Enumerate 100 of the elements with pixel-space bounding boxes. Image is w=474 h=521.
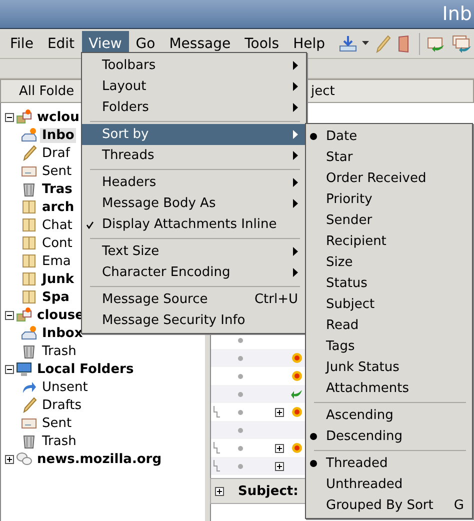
computer-icon xyxy=(16,361,32,377)
expand-icon[interactable] xyxy=(275,408,284,416)
new-message-icon xyxy=(291,442,303,454)
folder-icon xyxy=(21,217,37,233)
folder-label[interactable]: arch xyxy=(40,200,76,214)
speech-bubbles-icon xyxy=(16,451,32,467)
menu-item[interactable]: Attachments xyxy=(326,381,464,396)
read-dot-icon[interactable] xyxy=(238,446,242,450)
folder-label[interactable]: Chat xyxy=(40,218,74,232)
menu-item[interactable]: Display Attachments Inline xyxy=(102,217,298,232)
folder-label[interactable]: Cont xyxy=(40,236,74,250)
folder-icon xyxy=(21,289,37,305)
collapse-icon[interactable] xyxy=(5,310,14,320)
menu-item[interactable]: Tags xyxy=(326,339,464,354)
thread-line-icon xyxy=(213,460,221,472)
folder-label[interactable]: Draf xyxy=(40,146,72,160)
menu-item[interactable]: Read xyxy=(326,318,464,333)
expand-icon[interactable] xyxy=(275,444,284,452)
menu-item[interactable]: Size xyxy=(326,255,464,270)
new-message-icon xyxy=(291,406,303,418)
collapse-icon[interactable] xyxy=(5,364,14,374)
expand-icon[interactable] xyxy=(215,486,224,496)
folder-label[interactable]: Sent xyxy=(40,164,74,178)
trash-icon xyxy=(21,433,37,449)
menu-title[interactable]: Help xyxy=(286,30,332,56)
menu-item[interactable]: Toolbars xyxy=(102,58,293,73)
menu-item[interactable]: Message Security Info xyxy=(102,313,298,328)
radio-dot-icon xyxy=(310,133,317,140)
submenu-arrow-icon xyxy=(293,61,298,70)
menu-item[interactable]: Message Source xyxy=(102,292,244,307)
folder-label[interactable]: Trash xyxy=(40,344,78,358)
mail-account-icon xyxy=(16,109,32,125)
menu-item[interactable]: Status xyxy=(326,276,464,291)
expand-icon[interactable] xyxy=(275,462,284,470)
pencil-icon[interactable] xyxy=(375,34,391,52)
folder-label[interactable]: Spa xyxy=(40,290,72,304)
read-dot-icon[interactable] xyxy=(238,410,242,414)
inbox-icon xyxy=(21,325,37,341)
menu-title[interactable]: File xyxy=(3,30,40,56)
folder-label[interactable]: Trash xyxy=(40,434,78,448)
folder-icon xyxy=(21,253,37,269)
mail-account-icon xyxy=(16,307,32,323)
read-dot-icon[interactable] xyxy=(238,374,242,378)
menu-item[interactable]: Star xyxy=(326,150,464,165)
shortcut-label: Ctrl+U xyxy=(254,292,298,307)
folder-label[interactable]: Ema xyxy=(40,254,73,268)
submenu-arrow-icon xyxy=(293,268,298,277)
trash-icon xyxy=(21,181,37,197)
menu-item[interactable]: Date xyxy=(326,129,464,144)
menu-title[interactable]: Edit xyxy=(40,30,82,56)
thread-line-icon xyxy=(213,442,221,454)
read-dot-icon[interactable] xyxy=(238,356,242,360)
menu-item[interactable]: Threads xyxy=(102,148,293,163)
reply-icon[interactable] xyxy=(426,34,446,52)
read-dot-icon[interactable] xyxy=(238,464,242,468)
menu-item[interactable]: Character Encoding xyxy=(102,265,293,280)
new-message-icon xyxy=(291,352,303,364)
collapse-icon[interactable] xyxy=(5,112,14,122)
reply-all-icon[interactable] xyxy=(452,34,472,52)
menu-item[interactable]: Priority xyxy=(326,192,464,207)
trash-icon xyxy=(21,343,37,359)
folder-label[interactable]: Drafts xyxy=(40,398,84,412)
menu-item[interactable]: Recipient xyxy=(326,234,464,249)
menu-item[interactable]: Grouped By Sort xyxy=(326,498,444,513)
dropdown-caret-icon[interactable] xyxy=(362,41,369,46)
menu-item[interactable]: Message Body As xyxy=(102,196,293,211)
inbox-icon xyxy=(21,127,37,143)
submenu-arrow-icon xyxy=(293,130,298,139)
read-dot-icon[interactable] xyxy=(238,428,242,432)
menu-item[interactable]: Order Received xyxy=(326,171,464,186)
reply-arrow-icon xyxy=(291,388,303,400)
inbox-download-icon[interactable] xyxy=(338,34,358,52)
folder-icon xyxy=(21,199,37,215)
menu-item[interactable]: Headers xyxy=(102,175,293,190)
menu-item[interactable]: Sender xyxy=(326,213,464,228)
folder-label[interactable]: Local Folders xyxy=(35,362,136,376)
shortcut-label: G xyxy=(454,498,464,513)
submenu-arrow-icon xyxy=(293,82,298,91)
menu-item[interactable]: Descending xyxy=(326,429,464,444)
folder-label[interactable]: Junk xyxy=(40,272,76,286)
expand-icon[interactable] xyxy=(5,454,14,464)
menu-item[interactable]: Unthreaded xyxy=(326,477,464,492)
book-icon[interactable] xyxy=(397,34,411,52)
folder-label[interactable]: Tras xyxy=(40,182,74,196)
menu-item[interactable]: Ascending xyxy=(326,408,464,423)
folder-label[interactable]: Inbox xyxy=(40,326,85,340)
read-dot-icon[interactable] xyxy=(238,338,242,342)
new-message-icon xyxy=(291,370,303,382)
folder-label[interactable]: Sent xyxy=(40,416,74,430)
folder-label[interactable]: Inbo xyxy=(40,128,76,142)
menu-item[interactable]: Text Size xyxy=(102,244,293,259)
checkmark-icon xyxy=(86,220,94,228)
folder-label[interactable]: news.mozilla.org xyxy=(35,452,164,466)
menu-item[interactable]: Folders xyxy=(102,100,293,115)
submenu-arrow-icon xyxy=(293,199,298,208)
folder-label[interactable]: wclou xyxy=(35,110,82,124)
menu-item[interactable]: Junk Status xyxy=(326,360,464,375)
read-dot-icon[interactable] xyxy=(238,392,242,396)
folder-label[interactable]: Unsent xyxy=(40,380,90,394)
menu-item[interactable]: Subject xyxy=(326,297,464,312)
